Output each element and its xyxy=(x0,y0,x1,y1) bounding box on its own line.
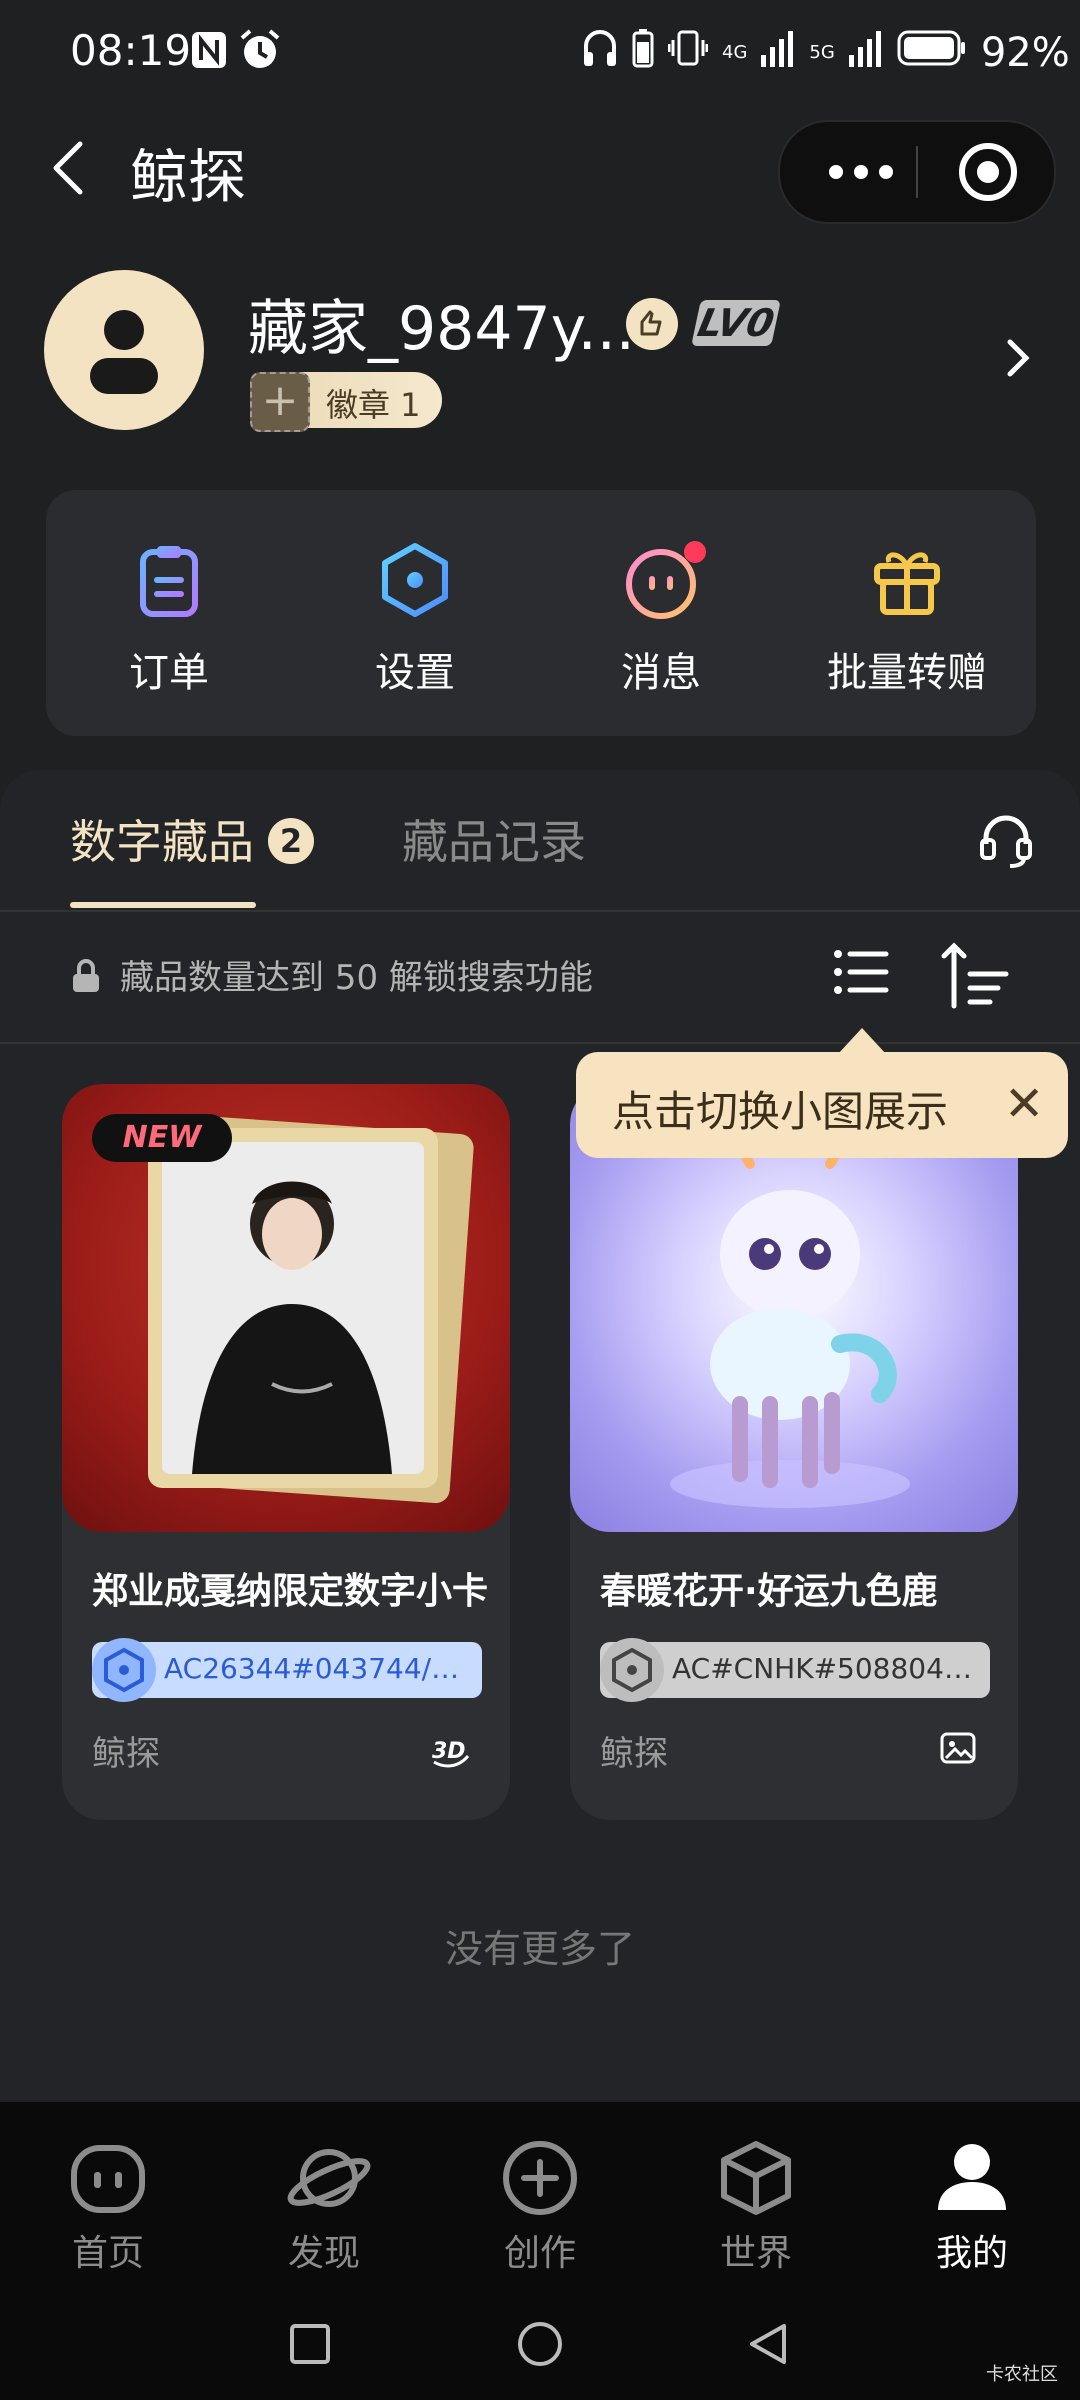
plus-circle-icon xyxy=(500,2138,580,2218)
no-more-text: 没有更多了 xyxy=(444,1927,635,1971)
back-button[interactable] xyxy=(40,138,100,198)
sort-icon[interactable] xyxy=(940,940,1010,1010)
recent-apps-icon[interactable] xyxy=(288,2322,332,2370)
battery-icon xyxy=(897,29,967,77)
battery-percent: 92% xyxy=(980,30,1070,76)
page-title: 鲸探 xyxy=(130,143,247,211)
svg-text:3D: 3D xyxy=(432,1739,466,1764)
medal-chip[interactable]: + 徽章 1 xyxy=(250,372,442,432)
lock-icon xyxy=(70,958,102,994)
nav-world-label: 世界 xyxy=(719,2233,792,2274)
clipboard-icon xyxy=(129,540,209,620)
chevron-right-icon[interactable] xyxy=(998,334,1038,382)
close-miniapp-icon[interactable] xyxy=(956,140,1020,204)
message-button[interactable]: 消息 xyxy=(538,490,784,736)
3d-icon: 3D xyxy=(430,1728,470,1768)
tab-digital-collection[interactable]: 数字藏品 xyxy=(70,806,254,872)
nav-home-label: 首页 xyxy=(71,2233,144,2274)
status-time: 08:19 xyxy=(70,26,192,75)
collection-card[interactable]: 春暖花开·好运九色鹿 AC#CNHK#50880460... 鲸探 xyxy=(570,1084,1018,1820)
nav-create-label: 创作 xyxy=(503,2233,576,2274)
chain-hash-text: AC#CNHK#50880460... xyxy=(672,1652,976,1685)
vibrate-icon xyxy=(667,28,709,78)
settings-button[interactable]: 设置 xyxy=(292,490,538,736)
signal-icon xyxy=(848,29,883,77)
nav-mine-label: 我的 xyxy=(935,2233,1008,2274)
tab-divider xyxy=(0,910,1080,912)
bottom-nav: 首页 发现 创作 世界 我的 xyxy=(0,2102,1080,2292)
chain-icon xyxy=(92,1638,156,1702)
person-icon xyxy=(932,2138,1012,2218)
new-badge: NEW xyxy=(92,1114,232,1162)
more-icon[interactable] xyxy=(826,152,896,192)
nav-create[interactable]: 创作 xyxy=(432,2102,648,2292)
box-icon xyxy=(716,2138,796,2218)
card-brand: 鲸探 xyxy=(92,1734,160,1774)
quick-actions: 订单 设置 消息 批量转赠 xyxy=(46,490,1036,736)
gift-icon xyxy=(867,540,947,620)
watermark: 卡农社区 xyxy=(986,2364,1058,2385)
card-brand: 鲸探 xyxy=(600,1734,668,1774)
chain-hash-text: AC26344#043744/20... xyxy=(164,1652,468,1685)
order-label: 订单 xyxy=(129,650,209,696)
collection-card[interactable]: NEW 郑业成戛纳限定数字小卡 AC26344#043744/20... 鲸探 … xyxy=(62,1084,510,1820)
card-title: 春暖花开·好运九色鹿 xyxy=(600,1571,938,1612)
medal-label: 徽章 1 xyxy=(326,386,421,424)
settings-hexagon-icon xyxy=(375,540,455,620)
chain-hash-chip: AC26344#043744/20... xyxy=(92,1638,482,1702)
customer-service-icon[interactable] xyxy=(976,810,1036,870)
order-button[interactable]: 订单 xyxy=(46,490,292,736)
settings-label: 设置 xyxy=(375,650,455,696)
add-medal-icon: + xyxy=(250,372,310,432)
battery-small-icon xyxy=(632,28,654,78)
avatar[interactable] xyxy=(44,270,204,430)
capsule-divider xyxy=(916,146,918,198)
tab-underline xyxy=(70,902,256,908)
headphone-icon xyxy=(582,28,618,78)
thumb-badge-icon xyxy=(626,298,678,350)
net-4g-label: 4G xyxy=(722,42,748,63)
close-icon[interactable]: ✕ xyxy=(1004,1076,1044,1132)
chain-hash-chip: AC#CNHK#50880460... xyxy=(600,1638,990,1702)
chain-icon xyxy=(600,1638,664,1702)
batch-gift-label: 批量转赠 xyxy=(827,650,987,696)
level-badge: LV0 xyxy=(691,300,781,346)
view-switch-tooltip: 点击切换小图展示 ✕ xyxy=(576,1028,1068,1158)
image-icon xyxy=(938,1728,978,1768)
username[interactable]: 藏家_9847y... xyxy=(248,280,635,367)
planet-icon xyxy=(284,2138,371,2218)
message-label: 消息 xyxy=(621,650,701,696)
nav-discover-label: 发现 xyxy=(287,2233,360,2274)
nav-discover[interactable]: 发现 xyxy=(216,2102,432,2292)
user-icon xyxy=(90,310,158,394)
tab-collection-records[interactable]: 藏品记录 xyxy=(402,806,586,872)
nfc-icon xyxy=(190,30,228,80)
nav-home[interactable]: 首页 xyxy=(0,2102,216,2292)
home-circle-icon[interactable] xyxy=(516,2320,564,2372)
home-robot-icon xyxy=(68,2138,148,2218)
net-5g-label: 5G xyxy=(809,42,835,63)
miniapp-capsule xyxy=(778,120,1056,224)
alarm-icon xyxy=(238,28,282,82)
system-nav-bar xyxy=(0,2292,1080,2400)
batch-gift-button[interactable]: 批量转赠 xyxy=(784,490,1030,736)
message-face-icon xyxy=(621,540,706,620)
signal-icon xyxy=(761,29,795,77)
app-header: 鲸探 xyxy=(0,110,1080,230)
search-lock-hint: 藏品数量达到 50 解锁搜索功能 xyxy=(120,958,593,998)
back-triangle-icon[interactable] xyxy=(744,2320,792,2372)
card-title: 郑业成戛纳限定数字小卡 xyxy=(92,1571,489,1612)
filter-divider xyxy=(0,1042,1080,1044)
nav-world[interactable]: 世界 xyxy=(648,2102,864,2292)
list-view-icon[interactable] xyxy=(830,942,890,1002)
tab-count-badge: 2 xyxy=(268,818,314,864)
nav-mine[interactable]: 我的 xyxy=(864,2102,1080,2292)
tooltip-text: 点击切换小图展示 xyxy=(612,1087,949,1136)
status-bar: 08:19 4G 5G 92% xyxy=(0,0,1080,100)
